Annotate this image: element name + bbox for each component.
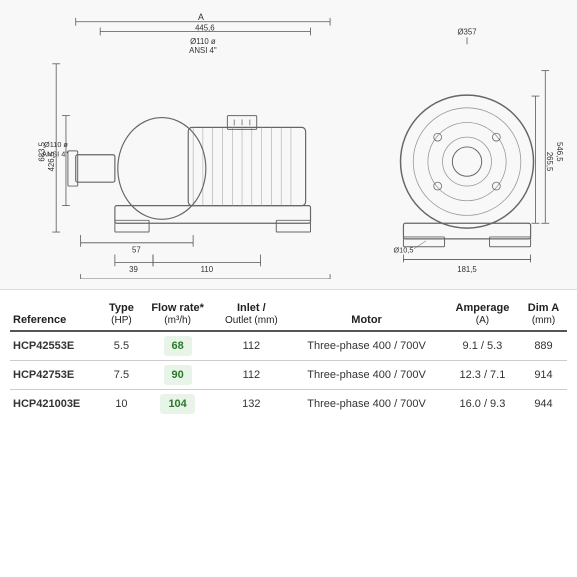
svg-text:ANSI 4": ANSI 4" xyxy=(42,150,68,159)
cell-motor: Three-phase 400 / 700V xyxy=(288,331,445,361)
cell-inlet: 132 xyxy=(214,390,288,419)
svg-text:Ø10,5: Ø10,5 xyxy=(393,246,413,255)
svg-text:Ø110 ø: Ø110 ø xyxy=(190,37,216,46)
svg-text:39: 39 xyxy=(129,265,138,274)
col-header-inlet: Inlet / Outlet (mm) xyxy=(214,298,288,331)
svg-text:546,5: 546,5 xyxy=(555,142,564,162)
table-row: HCP42553E 5.5 68 112 Three-phase 400 / 7… xyxy=(10,331,567,361)
cell-inlet: 112 xyxy=(214,331,288,361)
col-header-reference: Reference xyxy=(10,298,102,331)
cell-ref: HCP42753E xyxy=(10,361,102,390)
cell-motor: Three-phase 400 / 700V xyxy=(288,361,445,390)
col-header-type: Type (HP) xyxy=(102,298,141,331)
specifications-table-section: Reference Type (HP) Flow rate* (m³/h) In… xyxy=(0,290,577,426)
cell-amp: 12.3 / 7.1 xyxy=(445,361,520,390)
svg-text:Ø110 ø: Ø110 ø xyxy=(44,140,68,149)
technical-diagram: A 445,6 Ø110 ø ANSI 4" xyxy=(0,0,577,290)
cell-type: 10 xyxy=(102,390,141,419)
col-header-flow: Flow rate* (m³/h) xyxy=(141,298,215,331)
svg-text:Ø357: Ø357 xyxy=(457,27,476,36)
cell-amp: 9.1 / 5.3 xyxy=(445,331,520,361)
svg-text:265,5: 265,5 xyxy=(545,152,554,172)
table-row: HCP42753E 7.5 90 112 Three-phase 400 / 7… xyxy=(10,361,567,390)
svg-text:445,6: 445,6 xyxy=(195,24,215,33)
cell-ref: HCP421003E xyxy=(10,390,102,419)
cell-amp: 16.0 / 9.3 xyxy=(445,390,520,419)
cell-motor: Three-phase 400 / 700V xyxy=(288,390,445,419)
table-row: HCP421003E 10 104 132 Three-phase 400 / … xyxy=(10,390,567,419)
cell-flow: 104 xyxy=(141,390,215,419)
svg-text:ANSI 4": ANSI 4" xyxy=(189,46,217,55)
svg-text:A: A xyxy=(198,12,204,22)
cell-dim: 944 xyxy=(520,390,567,419)
specifications-table: Reference Type (HP) Flow rate* (m³/h) In… xyxy=(10,298,567,418)
col-header-dim: Dim A (mm) xyxy=(520,298,567,331)
col-header-amperage: Amperage (A) xyxy=(445,298,520,331)
svg-text:181,5: 181,5 xyxy=(457,265,477,274)
cell-ref: HCP42553E xyxy=(10,331,102,361)
svg-text:57: 57 xyxy=(132,246,141,255)
cell-type: 7.5 xyxy=(102,361,141,390)
col-header-motor: Motor xyxy=(288,298,445,331)
cell-dim: 914 xyxy=(520,361,567,390)
cell-inlet: 112 xyxy=(214,361,288,390)
table-header-row: Reference Type (HP) Flow rate* (m³/h) In… xyxy=(10,298,567,331)
cell-flow: 68 xyxy=(141,331,215,361)
cell-dim: 889 xyxy=(520,331,567,361)
cell-type: 5.5 xyxy=(102,331,141,361)
cell-flow: 90 xyxy=(141,361,215,390)
svg-text:110: 110 xyxy=(201,265,214,274)
